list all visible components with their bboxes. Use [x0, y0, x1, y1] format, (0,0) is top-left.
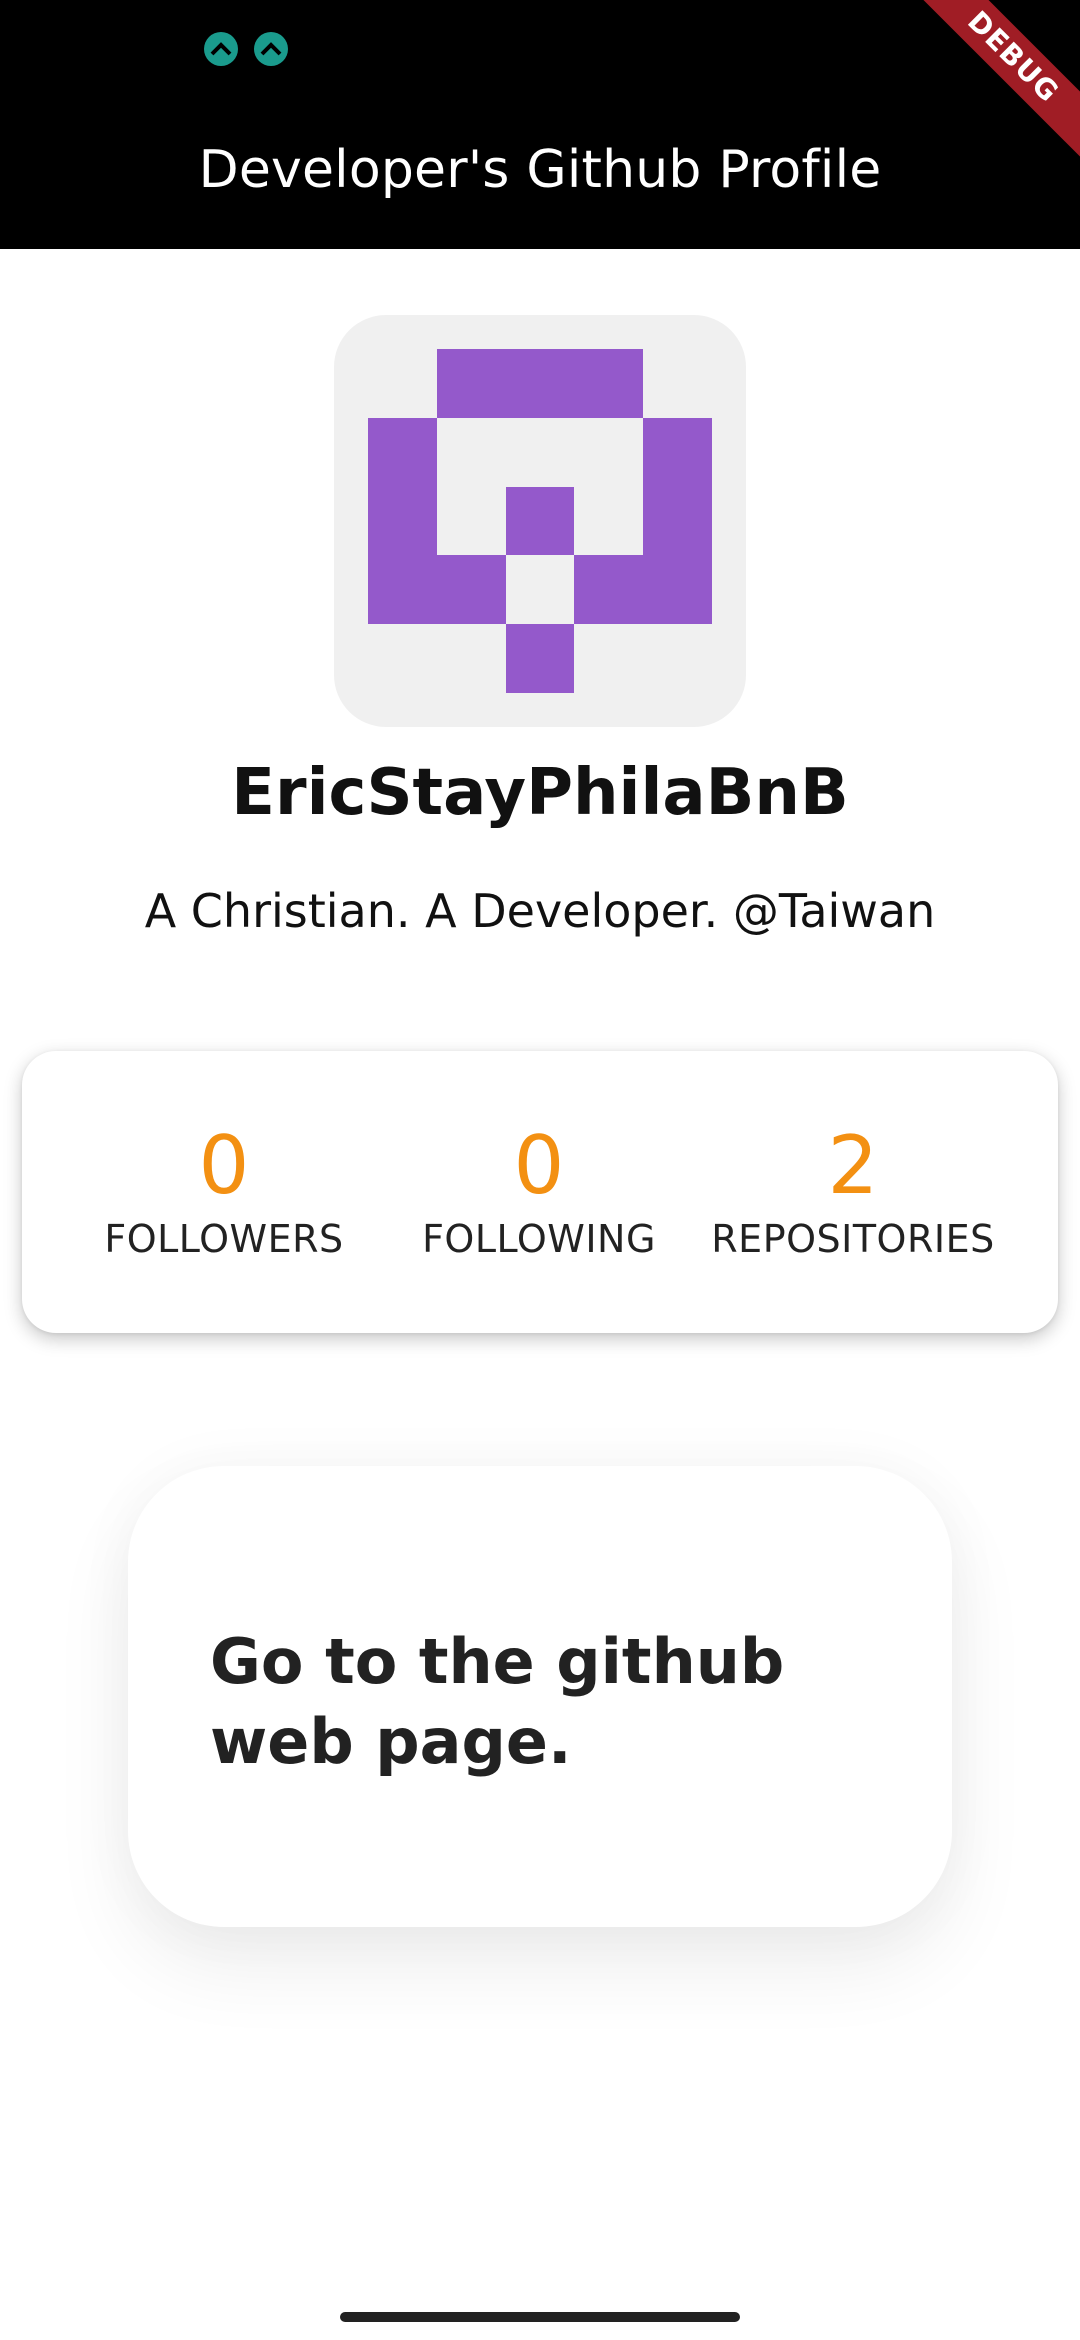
stat-repositories[interactable]: 2 REPOSITORIES: [703, 1119, 1003, 1262]
stat-value: 2: [827, 1119, 879, 1212]
app-bar: Developer's Github Profile DEBUG: [0, 0, 1080, 249]
status-icons: [204, 32, 288, 66]
debug-banner: DEBUG: [908, 0, 1080, 162]
notification-icon: [204, 32, 238, 66]
avatar: [334, 315, 746, 727]
page-title: Developer's Github Profile: [198, 140, 882, 200]
stat-label: REPOSITORIES: [711, 1217, 995, 1261]
notification-icon: [254, 32, 288, 66]
stat-value: 0: [513, 1119, 565, 1212]
github-link-button[interactable]: Go to the github web page.: [128, 1466, 952, 1927]
stats-card: 0 FOLLOWERS 0 FOLLOWING 2 REPOSITORIES: [22, 1051, 1058, 1333]
identicon-avatar-icon: [368, 349, 712, 693]
stat-value: 0: [198, 1119, 250, 1212]
stat-label: FOLLOWERS: [104, 1217, 344, 1261]
github-link-label: Go to the github web page.: [210, 1625, 785, 1778]
stat-label: FOLLOWING: [422, 1217, 656, 1261]
username: EricStayPhilaBnB: [231, 756, 849, 830]
home-indicator[interactable]: [340, 2312, 740, 2322]
stat-followers[interactable]: 0 FOLLOWERS: [74, 1119, 374, 1262]
stat-following[interactable]: 0 FOLLOWING: [389, 1119, 689, 1262]
bio: A Christian. A Developer. @Taiwan: [144, 884, 936, 938]
screen: Developer's Github Profile DEBUG EricSta…: [0, 0, 1080, 2340]
